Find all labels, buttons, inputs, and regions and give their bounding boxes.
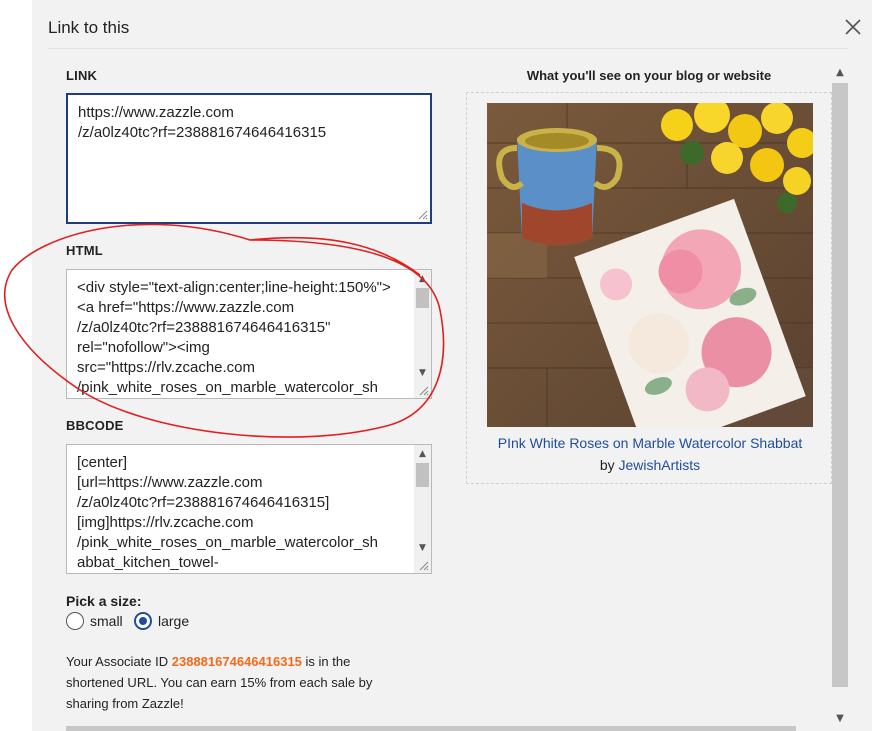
resize-grip-icon[interactable]: [417, 559, 429, 571]
html-scrollbar[interactable]: ▲ ▼: [414, 270, 431, 398]
byline-prefix: by: [599, 457, 615, 473]
associate-note: Your Associate ID 238881674646416315 is …: [66, 651, 406, 714]
bbcode-label: BBCODE: [66, 418, 124, 433]
close-icon[interactable]: [844, 18, 862, 36]
product-image[interactable]: [487, 103, 813, 427]
resize-grip-icon[interactable]: [416, 208, 428, 220]
link-label: LINK: [66, 68, 98, 83]
scroll-thumb[interactable]: [416, 463, 429, 487]
horizontal-scrollbar[interactable]: [66, 726, 796, 731]
size-small-radio[interactable]: small: [66, 611, 123, 631]
radio-unchecked-icon: [66, 612, 84, 630]
bbcode-textarea[interactable]: [center] [url=https://www.zazzle.com /z/…: [66, 444, 432, 574]
link-text: https://www.zazzle.com /z/a0lz40tc?rf=23…: [78, 104, 327, 141]
scroll-thumb[interactable]: [832, 83, 848, 687]
resize-grip-icon[interactable]: [417, 384, 429, 396]
dialog-header: Link to this: [48, 0, 861, 49]
html-label: HTML: [66, 243, 103, 258]
scroll-down-icon[interactable]: ▼: [830, 713, 850, 727]
associate-prefix: Your Associate ID: [66, 654, 169, 669]
preview-heading: What you'll see on your blog or website: [526, 68, 772, 83]
author-link[interactable]: JewishArtists: [619, 457, 701, 473]
product-byline: by JewishArtists: [467, 457, 833, 473]
bbcode-text: [center] [url=https://www.zazzle.com /z/…: [77, 454, 379, 571]
radio-checked-icon: [134, 612, 152, 630]
size-large-radio[interactable]: large: [134, 611, 189, 631]
size-small-label: small: [90, 613, 123, 629]
dialog-title: Link to this: [48, 18, 130, 37]
html-text: <div style="text-align:center;line-heigh…: [77, 279, 391, 396]
link-dialog: Link to this LINK https://www.zazzle.com…: [32, 0, 872, 731]
size-large-label: large: [158, 613, 190, 629]
product-title-link[interactable]: PInk White Roses on Marble Watercolor Sh…: [467, 435, 833, 451]
scroll-down-icon[interactable]: ▼: [414, 541, 431, 555]
associate-id: 238881674646416315: [171, 654, 302, 669]
scroll-up-icon[interactable]: ▲: [830, 67, 850, 81]
scroll-thumb[interactable]: [416, 288, 429, 308]
size-label: Pick a size:: [66, 593, 142, 609]
html-textarea[interactable]: <div style="text-align:center;line-heigh…: [66, 269, 432, 399]
dialog-scrollbar[interactable]: ▲ ▼: [830, 67, 850, 731]
scroll-up-icon[interactable]: ▲: [414, 272, 431, 286]
link-textarea[interactable]: https://www.zazzle.com /z/a0lz40tc?rf=23…: [66, 93, 432, 224]
scroll-up-icon[interactable]: ▲: [414, 447, 431, 461]
bbcode-scrollbar[interactable]: ▲ ▼: [414, 445, 431, 573]
preview-box: PInk White Roses on Marble Watercolor Sh…: [466, 92, 832, 484]
scroll-down-icon[interactable]: ▼: [414, 366, 431, 380]
